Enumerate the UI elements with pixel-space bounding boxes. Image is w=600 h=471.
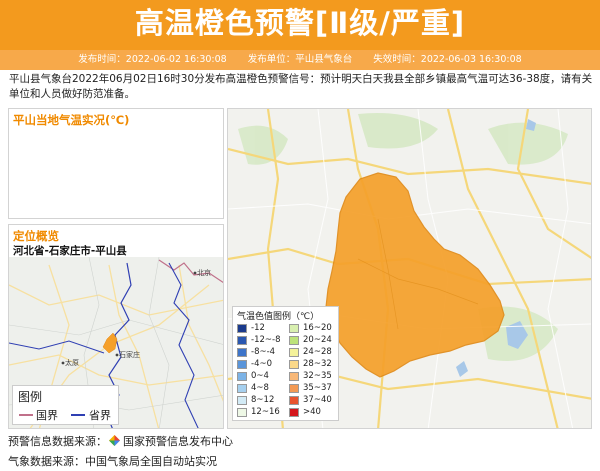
- temperature-panel-title: 平山当地气温实况(℃): [13, 113, 130, 127]
- warning-source-label: 预警信息数据来源：: [8, 435, 107, 448]
- expire-time: 失效时间：2022-06-03 16:30:08: [373, 54, 522, 65]
- warning-source-link[interactable]: 国家预警信息发布中心: [123, 435, 233, 448]
- city-label-shijiazhuang: 石家庄: [119, 350, 140, 359]
- temperature-panel: 平山当地气温实况(℃): [8, 108, 224, 219]
- weather-source-value: 中国气象局全国自动站实况: [85, 455, 217, 468]
- overview-legend-title: 图例: [18, 390, 43, 404]
- national-border-label: 国界: [36, 409, 58, 422]
- publisher: 发布单位：平山县气象台: [247, 54, 353, 65]
- overview-legend: 图例 国界 省界: [12, 385, 119, 425]
- warning-center-logo-icon: [109, 435, 120, 446]
- province-border-line: [71, 414, 85, 416]
- publish-time: 发布时间：2022-06-02 16:30:08: [78, 54, 227, 65]
- warning-meta-bar: 发布时间：2022-06-02 16:30:08 发布单位：平山县气象台 失效时…: [0, 50, 600, 70]
- warning-source-line: 预警信息数据来源： 国家预警信息发布中心: [8, 433, 233, 449]
- weather-source-label: 气象数据来源：: [8, 455, 85, 468]
- weather-source-line: 气象数据来源：中国气象局全国自动站实况: [8, 453, 217, 469]
- warning-header: 高温橙色预警[Ⅱ级/严重]: [0, 0, 600, 50]
- warning-title: 高温橙色预警[Ⅱ级/严重]: [134, 6, 466, 40]
- city-label-beijing: 北京: [197, 268, 211, 277]
- national-border-line: [19, 414, 33, 416]
- province-border-label: 省界: [89, 409, 111, 422]
- city-label-taiyuan: 太原: [65, 358, 79, 367]
- temperature-color-legend: 气温色值图例（℃） -12 -12~-8 -8~-4 -4~0 0~4 4~8 …: [232, 306, 339, 421]
- legend-title: 气温色值图例（℃）: [237, 312, 320, 322]
- warning-description: 平山县气象台2022年06月02日16时30分发布高温橙色预警信号：预计明天白天…: [9, 73, 593, 100]
